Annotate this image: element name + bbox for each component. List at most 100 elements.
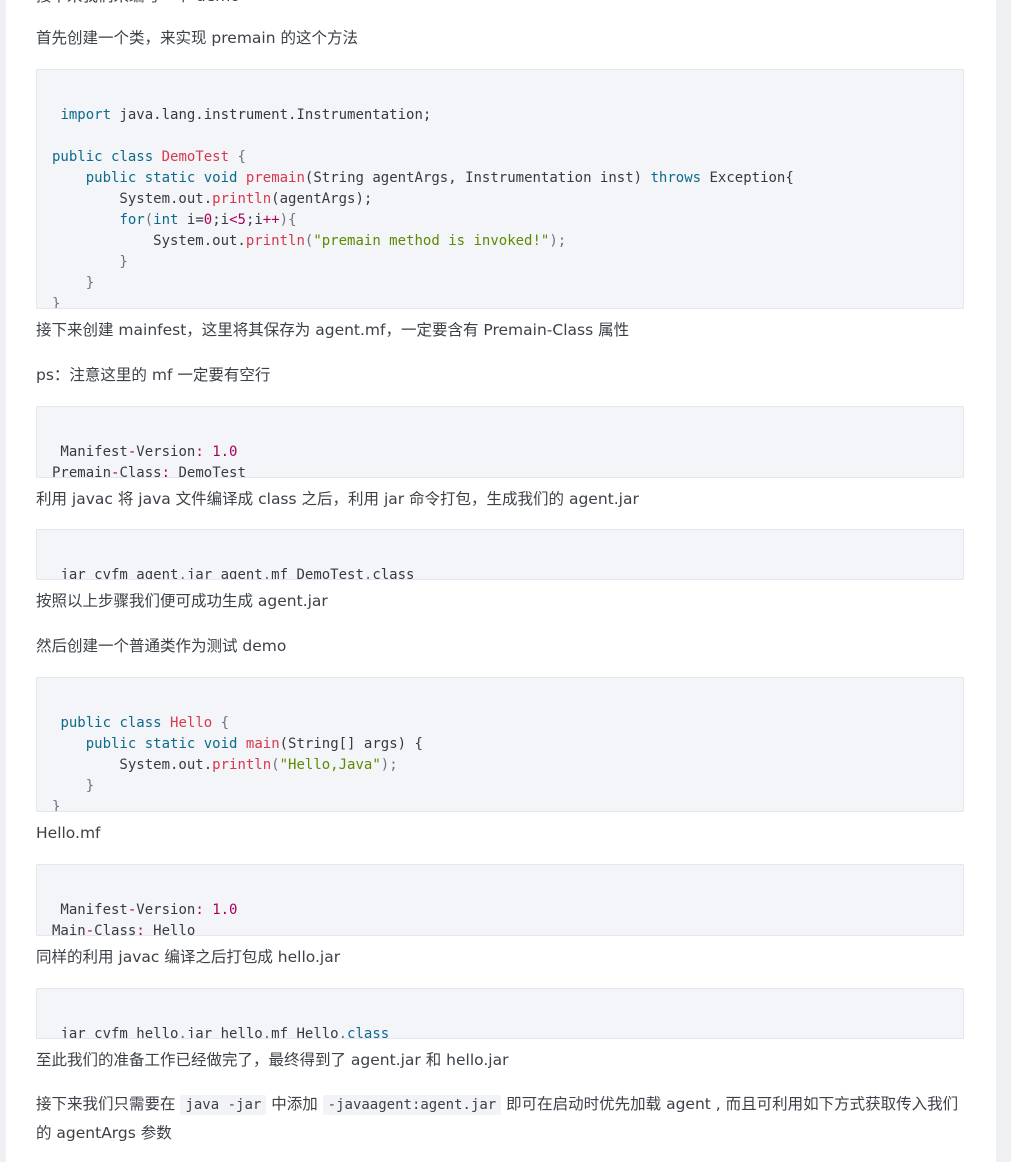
inline-code-javaagent: -javaagent:agent.jar <box>322 1095 502 1115</box>
code-block-jar-agent: jar cvfm agent.jar agent.mf DemoTest.cla… <box>36 529 964 580</box>
code-block-agent-mf: Manifest-Version: 1.0 Premain-Class: Demo… <box>36 406 964 478</box>
code-token: void <box>203 736 238 752</box>
code-token: : <box>136 923 145 936</box>
code-token: Version <box>136 902 196 918</box>
code-token: import <box>60 107 112 123</box>
code-token: . <box>178 567 187 580</box>
code-token: } <box>52 254 128 270</box>
code-token: . <box>262 1026 272 1039</box>
code-hello-mf: Manifest-Version: 1.0 Main-Class: Hello <box>52 900 949 936</box>
code-token: System.out. <box>52 757 213 773</box>
code-token: ); <box>380 757 398 773</box>
inline-code-java-jar: java -jar <box>180 1095 267 1115</box>
code-block-demotest: import java.lang.instrument.Instrumentat… <box>36 69 964 309</box>
code-token: . <box>262 567 272 580</box>
code-token: } <box>52 778 95 794</box>
code-token: (agentArgs); <box>271 191 373 207</box>
code-token: i= <box>178 212 204 228</box>
code-token: java.lang.instrument.Instrumentation; <box>111 107 432 123</box>
code-token: public <box>52 149 103 165</box>
code-token: 1.0 <box>212 444 238 460</box>
code-demotest: import java.lang.instrument.Instrumentat… <box>52 105 949 309</box>
code-token: jar cvfm agent <box>52 567 179 580</box>
code-token: "premain method is invoked!" <box>313 233 550 249</box>
code-token: { <box>229 149 246 165</box>
code-token: DemoTest <box>170 465 246 478</box>
code-block-hello: public class Hello { public static void … <box>36 677 964 812</box>
code-token: static <box>144 736 196 752</box>
code-token: Class <box>119 465 162 478</box>
paragraph-create-manifest: 接下来创建 mainfest，这里将其保存为 agent.mf，一定要含有 Pr… <box>36 321 630 339</box>
code-token: jar cvfm hello <box>52 1026 179 1039</box>
code-token: int <box>153 212 179 228</box>
code-token: ( <box>271 757 280 773</box>
paragraph-preparation-done: 至此我们的准备工作已经做完了，最终得到了 agent.jar 和 hello.j… <box>36 1051 509 1069</box>
code-token: (String[] args) { <box>279 736 423 752</box>
code-token: Version <box>136 444 196 460</box>
code-token: public <box>85 736 137 752</box>
paragraph-create-demo: 然后创建一个普通类作为测试 demo <box>36 637 287 655</box>
code-token: println <box>245 233 305 249</box>
code-token: Manifest <box>52 902 128 918</box>
code-token: mf DemoTest <box>271 567 364 580</box>
code-token: DemoTest <box>161 149 230 165</box>
code-token: for <box>119 212 145 228</box>
code-token: ( <box>144 212 154 228</box>
code-token: Premain <box>52 465 112 478</box>
code-token: ); <box>549 233 567 249</box>
code-block-hello-mf: Manifest-Version: 1.0 Main-Class: Hello <box>36 864 964 936</box>
code-token: class <box>119 715 162 731</box>
code-token: < <box>229 212 238 228</box>
code-token: ){ <box>279 212 297 228</box>
code-token: 5 <box>237 212 246 228</box>
code-token: premain <box>245 170 305 186</box>
code-token: println <box>212 757 272 773</box>
code-token: . <box>338 1026 348 1039</box>
code-token: ++ <box>262 212 280 228</box>
code-jar-hello: jar cvfm hello.jar hello.mf Hello.class <box>52 1024 949 1039</box>
code-token: println <box>212 191 272 207</box>
code-token: } <box>52 275 95 291</box>
code-token: Main <box>52 923 86 936</box>
code-token: class <box>347 1026 390 1039</box>
paragraph-agent-generated: 按照以上步骤我们便可成功生成 agent.jar <box>36 592 328 610</box>
paragraph-javaagent-usage: 接下来我们只需要在 java -jar 中添加 -javaagent:agent… <box>36 1090 966 1147</box>
code-token: : <box>195 444 204 460</box>
code-token: Class <box>94 923 137 936</box>
code-agent-mf: Manifest-Version: 1.0 Premain-Class: Demo… <box>52 442 949 478</box>
code-token: } <box>52 296 61 309</box>
paragraph-intro: 接下来我们来编写一个 demo <box>36 0 240 10</box>
code-token: . <box>178 1026 187 1039</box>
code-token: Manifest <box>52 444 128 460</box>
code-token: : <box>195 902 204 918</box>
paragraph-hello-mf: Hello.mf <box>36 824 101 842</box>
code-token: mf Hello <box>271 1026 339 1039</box>
code-token: ;i <box>212 212 230 228</box>
code-token: { <box>212 715 230 731</box>
paragraph-compile-agent: 利用 javac 将 java 文件编译成 class 之后，利用 jar 命令… <box>36 490 639 508</box>
code-token: throws <box>650 170 702 186</box>
code-token: Hello <box>144 923 196 936</box>
code-token: public <box>85 170 137 186</box>
code-token: Hello <box>170 715 213 731</box>
code-token: 1.0 <box>212 902 238 918</box>
paragraph-ps-note: ps：注意这里的 mf 一定要有空行 <box>36 366 271 384</box>
code-jar-agent: jar cvfm agent.jar agent.mf DemoTest.cla… <box>52 565 949 580</box>
code-token: } <box>52 799 61 812</box>
code-token: Exception{ <box>701 170 794 186</box>
code-block-jar-hello: jar cvfm hello.jar hello.mf Hello.class <box>36 988 964 1039</box>
paragraph-compile-hello: 同样的利用 javac 编译之后打包成 hello.jar <box>36 948 341 966</box>
code-token: 0 <box>203 212 213 228</box>
